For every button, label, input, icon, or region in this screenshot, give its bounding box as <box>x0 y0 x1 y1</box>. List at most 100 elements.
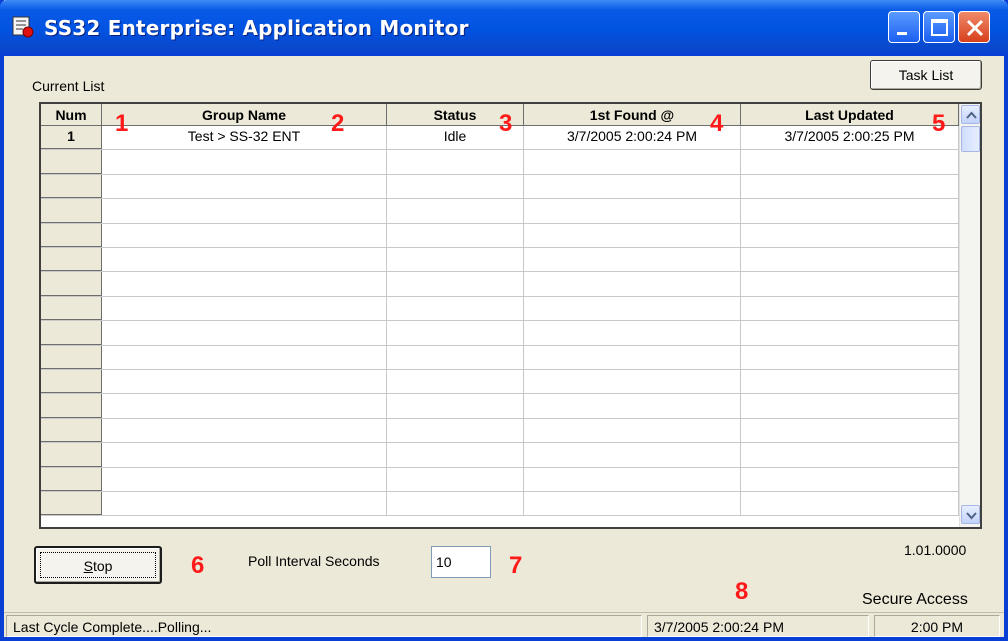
table-cell <box>524 467 741 491</box>
poll-interval-input[interactable] <box>431 546 491 578</box>
task-list-button[interactable]: Task List <box>870 60 982 90</box>
table-row[interactable] <box>41 345 959 370</box>
column-header-num[interactable]: Num <box>41 104 102 126</box>
vertical-scrollbar[interactable] <box>959 104 980 527</box>
stop-label-rest: top <box>92 558 113 574</box>
table-cell <box>102 492 387 516</box>
table-cell <box>102 272 387 296</box>
table-cell <box>741 370 959 394</box>
table-row[interactable] <box>41 296 959 322</box>
table-cell <box>102 248 387 272</box>
row-number <box>41 467 102 491</box>
row-number <box>41 272 102 296</box>
table-cell <box>102 418 387 443</box>
title-bar[interactable]: SS32 Enterprise: Application Monitor <box>0 0 1008 56</box>
table-cell <box>387 174 524 199</box>
table-cell <box>524 492 741 516</box>
status-bar: Last Cycle Complete....Polling... 3/7/20… <box>4 612 1004 637</box>
callout-6: 6 <box>191 552 205 579</box>
column-header-last-updated[interactable]: Last Updated <box>741 104 959 126</box>
table-row[interactable] <box>41 321 959 346</box>
close-button[interactable] <box>958 11 990 43</box>
scroll-up-button[interactable] <box>961 105 980 124</box>
scroll-thumb[interactable] <box>961 126 980 152</box>
table-cell <box>387 223 524 247</box>
scroll-down-button[interactable] <box>961 505 980 524</box>
table-cell <box>102 321 387 345</box>
table-cell <box>102 199 387 223</box>
status-message: Last Cycle Complete....Polling... <box>6 615 642 637</box>
row-number <box>41 174 102 199</box>
minimize-button[interactable] <box>888 11 920 43</box>
table-cell <box>102 174 387 199</box>
table-cell <box>387 418 524 443</box>
column-header-first-found[interactable]: 1st Found @ <box>524 104 741 126</box>
row-number <box>41 345 102 369</box>
table-cell <box>387 467 524 491</box>
table-cell <box>102 467 387 491</box>
maximize-icon <box>931 19 948 36</box>
row-number <box>41 150 102 174</box>
table-cell <box>741 321 959 345</box>
cell-first-found: 3/7/2005 2:00:24 PM <box>524 126 741 150</box>
table-row[interactable] <box>41 272 959 297</box>
table-row[interactable] <box>41 418 959 444</box>
table-row[interactable] <box>41 174 959 200</box>
callout-5: 5 <box>932 110 946 137</box>
table-row[interactable] <box>41 443 959 468</box>
table-cell <box>524 394 741 418</box>
chevron-down-icon <box>966 512 977 520</box>
poll-interval-label: Poll Interval Seconds <box>248 553 380 569</box>
table-cell <box>741 174 959 199</box>
secure-access-label: Secure Access <box>862 591 968 608</box>
table-row[interactable] <box>41 199 959 224</box>
stop-button-focus: Stop <box>40 552 156 578</box>
current-list-label: Current List <box>32 78 105 94</box>
table-cell <box>387 296 524 321</box>
callout-2: 2 <box>331 110 345 137</box>
status-clock: 2:00 PM <box>874 615 1000 637</box>
table-cell <box>741 345 959 369</box>
table-row[interactable] <box>41 394 959 419</box>
table-cell <box>524 199 741 223</box>
window-title: SS32 Enterprise: Application Monitor <box>44 16 469 40</box>
table-row[interactable] <box>41 248 959 273</box>
table-cell <box>102 443 387 467</box>
maximize-button[interactable] <box>923 11 955 43</box>
table-cell <box>387 321 524 345</box>
table-cell <box>741 443 959 467</box>
table-row[interactable] <box>41 492 959 517</box>
table-row[interactable] <box>41 370 959 395</box>
stop-button[interactable]: Stop <box>34 546 162 584</box>
table-cell <box>524 223 741 247</box>
table-cell <box>524 370 741 394</box>
table-cell <box>741 248 959 272</box>
table-cell <box>102 394 387 418</box>
table-cell <box>741 467 959 491</box>
table-cell <box>524 296 741 321</box>
row-number <box>41 296 102 321</box>
table-cell <box>741 394 959 418</box>
callout-4: 4 <box>710 110 724 137</box>
table-row[interactable] <box>41 223 959 248</box>
table-cell <box>741 418 959 443</box>
row-number <box>41 199 102 223</box>
table-row[interactable] <box>41 150 959 175</box>
table-cell <box>387 248 524 272</box>
grid-body: Num Group Name Status 1st Found @ Last U… <box>41 104 959 527</box>
app-grid[interactable]: Num Group Name Status 1st Found @ Last U… <box>39 102 982 529</box>
row-number: 1 <box>41 126 102 150</box>
table-cell <box>387 394 524 418</box>
table-cell <box>741 272 959 296</box>
table-cell <box>387 345 524 369</box>
table-row[interactable] <box>41 467 959 492</box>
table-cell <box>524 150 741 174</box>
row-number <box>41 223 102 247</box>
version-label: 1.01.0000 <box>904 542 967 558</box>
row-number <box>41 321 102 345</box>
table-cell <box>524 443 741 467</box>
app-window: SS32 Enterprise: Application Monitor Cur… <box>0 0 1008 641</box>
table-cell <box>387 443 524 467</box>
table-cell <box>741 223 959 247</box>
table-cell <box>102 223 387 247</box>
